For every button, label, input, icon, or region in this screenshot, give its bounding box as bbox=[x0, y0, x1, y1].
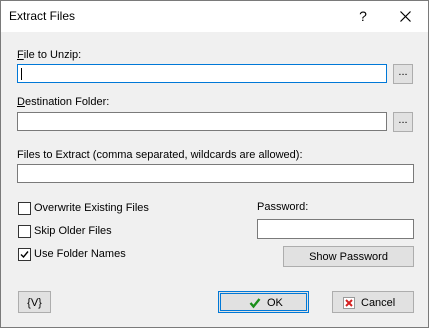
destination-folder-label-rest: estination Folder: bbox=[24, 96, 110, 108]
cancel-button[interactable]: Cancel bbox=[332, 291, 414, 313]
variables-label: {V} bbox=[27, 297, 42, 309]
file-to-unzip-input[interactable] bbox=[17, 64, 387, 83]
variables-button[interactable]: {V} bbox=[18, 291, 51, 313]
ok-label: OK bbox=[267, 297, 283, 309]
show-password-button[interactable]: Show Password bbox=[283, 246, 414, 267]
file-to-unzip-label: File to Unzip: bbox=[17, 49, 82, 61]
password-label: Password: bbox=[257, 201, 309, 213]
use-folder-names-box[interactable] bbox=[18, 248, 31, 261]
browse-folder-label: ... bbox=[398, 114, 408, 126]
extract-files-dialog: Extract Files ? File to Unzip: ... Desti… bbox=[0, 0, 429, 328]
overwrite-existing-label: Overwrite Existing Files bbox=[34, 202, 149, 214]
skip-older-box[interactable] bbox=[18, 225, 31, 238]
skip-older-label: Skip Older Files bbox=[34, 225, 112, 237]
dialog-title: Extract Files bbox=[9, 9, 76, 23]
ok-check-icon bbox=[249, 298, 261, 309]
password-input[interactable] bbox=[257, 219, 414, 239]
destination-folder-label: Destination Folder: bbox=[17, 96, 110, 108]
ok-button[interactable]: OK bbox=[218, 291, 309, 313]
use-folder-names-checkbox[interactable]: Use Folder Names bbox=[18, 247, 178, 263]
close-icon bbox=[399, 11, 411, 22]
title-bar: Extract Files ? bbox=[1, 1, 428, 32]
help-icon: ? bbox=[359, 8, 367, 24]
files-to-extract-label: Files to Extract (comma separated, wildc… bbox=[17, 149, 303, 161]
help-button[interactable]: ? bbox=[343, 1, 383, 32]
overwrite-existing-checkbox[interactable]: Overwrite Existing Files bbox=[18, 201, 178, 217]
text-caret bbox=[21, 68, 22, 80]
browse-file-button[interactable]: ... bbox=[393, 64, 413, 84]
checkmark-icon bbox=[20, 251, 29, 259]
file-to-unzip-label-rest: ile to Unzip: bbox=[23, 49, 82, 61]
overwrite-existing-box[interactable] bbox=[18, 202, 31, 215]
cancel-x-icon bbox=[343, 297, 355, 309]
cancel-label: Cancel bbox=[361, 297, 396, 309]
files-to-extract-input[interactable] bbox=[17, 164, 414, 183]
skip-older-checkbox[interactable]: Skip Older Files bbox=[18, 224, 178, 240]
destination-folder-input[interactable] bbox=[17, 112, 387, 131]
use-folder-names-label: Use Folder Names bbox=[34, 248, 126, 260]
show-password-label: Show Password bbox=[309, 251, 388, 263]
close-button[interactable] bbox=[385, 1, 425, 32]
browse-file-label: ... bbox=[398, 66, 408, 78]
browse-folder-button[interactable]: ... bbox=[393, 112, 413, 132]
